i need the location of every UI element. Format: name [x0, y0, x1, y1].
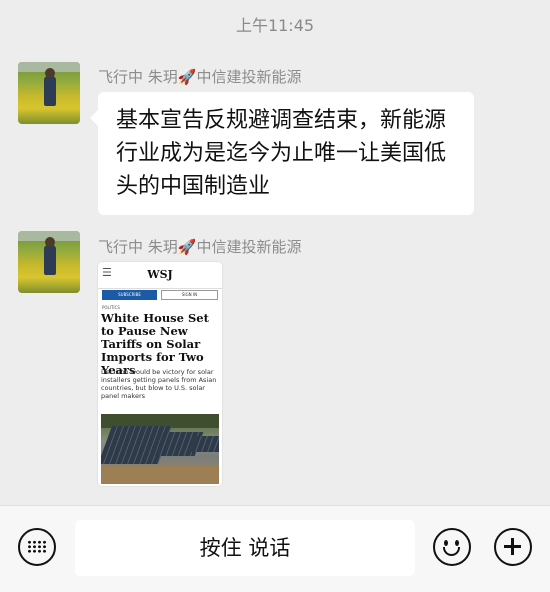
avatar[interactable] [18, 231, 80, 293]
wsj-logo: WSJ [147, 268, 173, 281]
article-section: POLITICS [102, 305, 120, 310]
hold-to-talk-button[interactable]: 按住 说话 [75, 520, 415, 576]
avatar[interactable] [18, 62, 80, 124]
sender-name: 飞行中 朱玥🚀中信建投新能源 [98, 68, 302, 86]
sender-name: 飞行中 朱玥🚀中信建投新能源 [98, 238, 302, 256]
article-dek: Decision would be victory for solar inst… [101, 368, 217, 400]
image-message[interactable]: ☰ WSJ SUBSCRIBE SIGN IN POLITICS White H… [98, 262, 222, 486]
article-buttons: SUBSCRIBE SIGN IN [102, 290, 218, 300]
keyboard-icon[interactable] [18, 528, 56, 566]
plus-icon[interactable] [494, 528, 532, 566]
article-header: ☰ WSJ [98, 262, 222, 289]
timestamp: 上午11:45 [235, 16, 315, 35]
message-bubble[interactable]: 基本宣告反规避调查结束，新能源行业成为是迄今为止唯一让美国低头的中国制造业 [90, 92, 474, 215]
sign-in-button: SIGN IN [161, 290, 218, 300]
subscribe-button: SUBSCRIBE [102, 290, 157, 300]
emoji-icon[interactable] [433, 528, 471, 566]
input-bar: 按住 说话 [0, 505, 550, 592]
solar-panel-photo [101, 414, 219, 484]
